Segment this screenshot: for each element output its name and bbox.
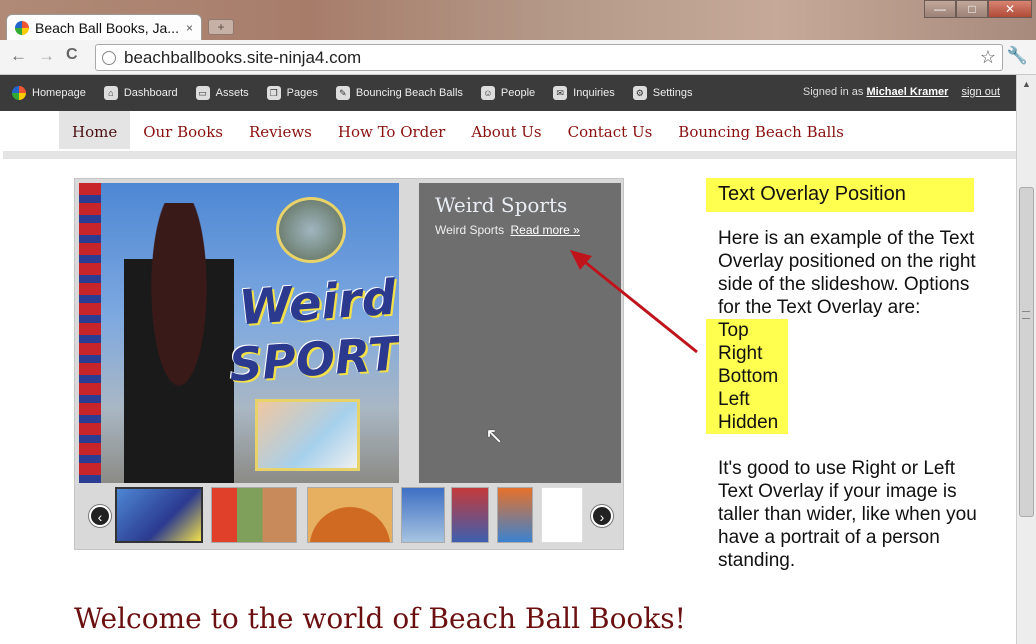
overlay-position-note: Text Overlay Position Here is an example… [706, 178, 996, 572]
page-icon [102, 50, 116, 65]
tab-close-icon[interactable]: × [186, 21, 193, 35]
next-arrow-button[interactable]: › [591, 505, 613, 527]
admin-dashboard[interactable]: ⌂ Dashboard [103, 86, 178, 100]
cover-stripe [79, 183, 101, 483]
reload-icon[interactable]: C [66, 46, 78, 64]
window-controls: — □ ✕ [924, 0, 1032, 18]
admin-people[interactable]: ☺ People [480, 86, 535, 100]
admin-bouncing-beach-balls[interactable]: ✎ Bouncing Beach Balls [335, 86, 463, 100]
admin-assets[interactable]: ▭ Assets [195, 86, 249, 100]
nav-contact-us[interactable]: Contact Us [555, 111, 666, 149]
admin-pages[interactable]: ❐ Pages [266, 86, 318, 100]
ball-icon [12, 86, 26, 100]
options-list: Top Right Bottom Left Hidden [706, 319, 991, 434]
bookmark-star-icon[interactable]: ☆ [980, 47, 996, 68]
wrench-icon[interactable]: 🔧 [1007, 46, 1028, 66]
cover-medal [276, 197, 346, 263]
admin-homepage[interactable]: Homepage [12, 86, 86, 100]
thumbnail-6[interactable] [497, 487, 533, 543]
thumbnail-strip: ‹ › [79, 485, 621, 547]
nav-about-us[interactable]: About Us [458, 111, 554, 149]
vertical-scrollbar[interactable]: ▲ [1016, 75, 1036, 644]
read-more-link[interactable]: Read more » [510, 223, 579, 237]
nav-home[interactable]: Home [59, 111, 131, 149]
browser-tab[interactable]: Beach Ball Books, Ja... × [6, 14, 202, 41]
thumbnail-4[interactable] [401, 487, 445, 543]
house-icon: ⌂ [103, 86, 118, 100]
nav-reviews[interactable]: Reviews [236, 111, 325, 149]
forward-icon[interactable]: → [38, 46, 55, 66]
note-body: Here is an example of the Text Overlay p… [718, 228, 976, 318]
cms-admin-bar: Homepage ⌂ Dashboard ▭ Assets ❐ Pages ✎ Boun… [0, 75, 1016, 111]
user-link[interactable]: Michael Kramer [866, 86, 948, 98]
scroll-grip-icon [1022, 311, 1030, 319]
new-tab-button[interactable]: + [208, 19, 234, 35]
title-bar: Beach Ball Books, Ja... × + — □ ✕ [0, 0, 1036, 41]
address-bar[interactable]: beachballbooks.site-ninja4.com ☆ [95, 44, 1003, 71]
unicyclist-figure [124, 203, 234, 483]
chat-icon: ✉ [553, 86, 568, 100]
gear-icon: ⚙ [632, 86, 647, 100]
cover-title-word1: Weird [237, 269, 398, 337]
nav-our-books[interactable]: Our Books [130, 111, 236, 149]
url-text: beachballbooks.site-ninja4.com [124, 47, 362, 67]
option-left: Left [706, 388, 788, 411]
back-icon[interactable]: ← [10, 46, 27, 66]
thumbnail-5[interactable] [451, 487, 489, 543]
scroll-up-icon[interactable]: ▲ [1022, 79, 1031, 89]
minimize-button[interactable]: — [924, 0, 956, 18]
prev-arrow-button[interactable]: ‹ [89, 505, 111, 527]
close-window-button[interactable]: ✕ [988, 0, 1032, 18]
slideshow: Weird SPORTS Weird Sports Weird Sports R… [74, 178, 624, 550]
pencil-icon: ✎ [335, 86, 350, 100]
overlay-title: Weird Sports [435, 193, 568, 217]
option-right: Right [706, 342, 788, 365]
favicon-icon [15, 21, 29, 35]
overlay-caption: Weird Sports Read more » [435, 223, 580, 237]
option-top: Top [706, 319, 788, 342]
option-hidden: Hidden [706, 411, 788, 434]
thumbnail-2[interactable] [211, 487, 297, 543]
scroll-thumb[interactable] [1019, 187, 1034, 517]
nav-bouncing-beach-balls[interactable]: Bouncing Beach Balls [665, 111, 857, 149]
welcome-heading: Welcome to the world of Beach Ball Books… [74, 602, 686, 635]
thumbnail-3[interactable] [307, 487, 393, 543]
pages-icon: ❐ [266, 86, 281, 100]
maximize-button[interactable]: □ [956, 0, 988, 18]
sign-out-link[interactable]: sign out [961, 86, 1000, 98]
thumbnail-7[interactable] [541, 487, 583, 543]
tab-title: Beach Ball Books, Ja... [35, 20, 179, 36]
slide-image-weird-sports[interactable]: Weird SPORTS [79, 183, 399, 483]
note-title: Text Overlay Position [706, 178, 974, 212]
nav-how-to-order[interactable]: How To Order [325, 111, 458, 149]
note-body-tip: It's good to use Right or Left Text Over… [718, 458, 977, 571]
admin-settings[interactable]: ⚙ Settings [632, 86, 692, 100]
thumbnail-1[interactable] [115, 487, 203, 543]
mouse-cursor-icon: ↖ [485, 423, 504, 448]
folder-icon: ▭ [195, 86, 210, 100]
text-overlay: Weird Sports Weird Sports Read more » ↖ [419, 183, 621, 483]
cover-inset-photo [255, 399, 360, 471]
option-bottom: Bottom [706, 365, 788, 388]
browser-toolbar: ← → C beachballbooks.site-ninja4.com ☆ 🔧 [0, 40, 1036, 75]
site-navigation: Home Our Books Reviews How To Order Abou… [3, 111, 1016, 159]
signed-in-status: Signed in as Michael Kramer sign out [802, 86, 1000, 98]
admin-inquiries[interactable]: ✉ Inquiries [553, 86, 615, 100]
person-icon: ☺ [480, 86, 495, 100]
